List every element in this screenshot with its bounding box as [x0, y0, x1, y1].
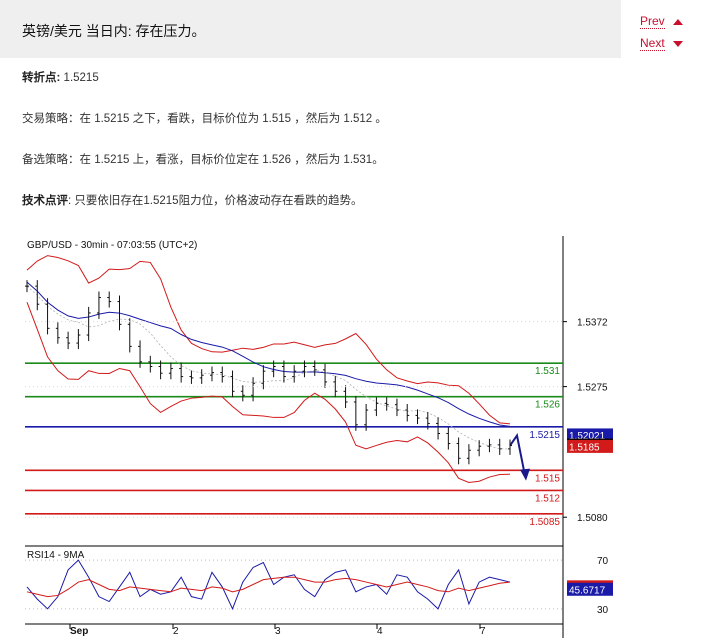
alternative-label: 备选策略：: [22, 154, 80, 166]
level-label: 1.5085: [529, 517, 560, 528]
comment-text: : 只要依旧存在1.5215阻力位，价格波动存在看跌的趋势。: [68, 195, 363, 207]
prev-link[interactable]: Prev: [640, 14, 683, 29]
price-tick-label: 1.5372: [577, 318, 608, 329]
alternative-paragraph: 备选策略：在 1.5215 上，看涨，目标价位定在 1.526 ，然后为 1.5…: [22, 151, 384, 167]
price-tick-label: 1.5275: [577, 383, 608, 394]
next-link[interactable]: Next: [640, 36, 683, 51]
arrow-down-icon: [672, 40, 683, 47]
comment-label: 技术点评: [22, 195, 68, 207]
level-label: 1.512: [535, 493, 560, 504]
level-label: 1.531: [535, 366, 560, 377]
pivot-value: 1.5215: [63, 72, 99, 84]
x-tick-label: 3: [275, 626, 281, 637]
level-label: 1.5215: [529, 430, 560, 441]
rsi-tick-label: 70: [597, 556, 609, 567]
strategy-paragraph: 交易策略：在 1.5215 之下，看跌，目标价位为 1.515 ，然后为 1.5…: [22, 110, 387, 126]
x-tick-label: 2: [173, 626, 179, 637]
level-label: 1.515: [535, 473, 560, 484]
arrow-up-icon: [672, 18, 683, 25]
strategy-text: 在 1.5215 之下，看跌，目标价位为 1.515 ，然后为 1.512 。: [79, 113, 387, 125]
x-tick-label: 7: [480, 626, 486, 637]
next-label[interactable]: Next: [640, 36, 665, 51]
x-tick-label: Sep: [70, 626, 88, 637]
page-title: 英镑/美元 当日内: 存在压力。: [22, 23, 206, 39]
x-tick-label: 4: [377, 626, 383, 637]
level-label: 1.526: [535, 400, 560, 411]
comment-paragraph: 技术点评: 只要依旧存在1.5215阻力位，价格波动存在看跌的趋势。: [22, 192, 363, 208]
rsi-label: RSI14 - 9MA: [27, 550, 85, 561]
rsi-tick-label: 30: [597, 605, 609, 616]
pivot-paragraph: 转折点: 1.5215: [22, 69, 99, 85]
price-badge-label: 1.5185: [569, 442, 600, 453]
rsi-badge-label: 45.6717: [569, 585, 606, 596]
alternative-text: 在 1.5215 上，看涨，目标价位定在 1.526 ，然后为 1.531。: [79, 154, 384, 166]
prev-label[interactable]: Prev: [640, 14, 665, 29]
chart-title: GBP/USD - 30min - 07:03:55 (UTC+2): [27, 240, 197, 251]
price-chart: GBP/USD - 30min - 07:03:55 (UTC+2) RSI14…: [25, 236, 702, 638]
chart-svg: GBP/USD - 30min - 07:03:55 (UTC+2) RSI14…: [25, 236, 702, 638]
pivot-label: 转折点:: [22, 72, 61, 84]
price-tick-label: 1.5080: [577, 513, 608, 524]
strategy-label: 交易策略：: [22, 113, 80, 125]
title-bar: 英镑/美元 当日内: 存在压力。: [0, 0, 621, 58]
